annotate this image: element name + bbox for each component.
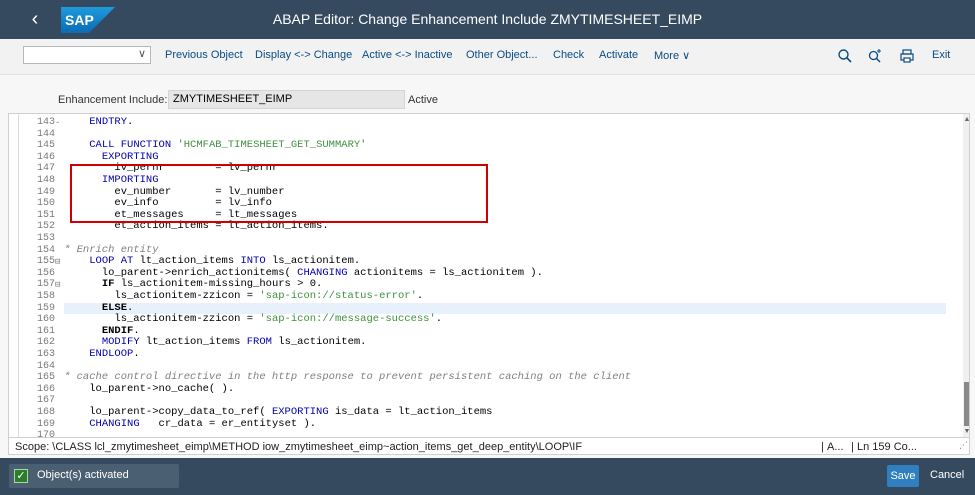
line-number: 154 (36, 244, 55, 256)
search-icon[interactable] (837, 48, 853, 64)
code-line[interactable]: CALL FUNCTION 'HCMFAB_TIMESHEET_GET_SUMM… (64, 139, 946, 152)
line-number: 147 (36, 163, 55, 175)
line-number: 167 (36, 395, 55, 407)
code-line[interactable]: lo_parent->no_cache( ). (64, 383, 946, 396)
line-number: 157 (36, 279, 55, 291)
line-number: 150 (36, 198, 55, 210)
line-number: 166 (36, 383, 55, 395)
status-separator: | (821, 441, 824, 453)
line-number: 155 (36, 256, 55, 268)
line-number: 153 (36, 233, 55, 244)
code-line[interactable] (64, 233, 946, 245)
code-line[interactable]: IMPORTING (64, 174, 946, 187)
scroll-up-icon[interactable]: ▲ (963, 116, 969, 124)
application-toolbar: ∨ Previous Object Display <-> Change Act… (0, 39, 975, 75)
code-line[interactable]: ls_actionitem-zzicon = 'sap-icon://messa… (64, 313, 946, 326)
footer-bar: ✓ Object(s) activated Save Cancel (0, 458, 975, 495)
previous-object-button[interactable]: Previous Object (165, 49, 243, 61)
toolbar-dropdown[interactable]: ∨ (23, 46, 151, 64)
line-number: 161 (36, 325, 55, 337)
exit-button[interactable]: Exit (932, 49, 950, 61)
enhancement-header: Enhancement Include: ZMYTIMESHEET_EIMP A… (0, 75, 975, 113)
scope-path: Scope: \CLASS lcl_zmytimesheet_eimp\METH… (15, 441, 583, 453)
line-number: 148 (36, 175, 55, 186)
find-next-icon[interactable] (867, 48, 883, 64)
more-button-label: More (654, 50, 680, 62)
enhancement-include-field: ZMYTIMESHEET_EIMP (168, 90, 405, 109)
cursor-position: Ln 159 Co... (857, 441, 917, 453)
code-line[interactable]: et_action_items = lt_action_items. (64, 221, 946, 233)
chevron-down-icon: ∨ (682, 50, 691, 62)
status-separator: | (851, 441, 854, 453)
line-number: 170 (36, 430, 55, 438)
line-number: 145 (36, 140, 55, 152)
line-number: 168 (36, 407, 55, 418)
other-object-button[interactable]: Other Object... (466, 49, 538, 61)
line-number: 146 (36, 151, 55, 163)
line-number: 151 (36, 209, 55, 221)
line-number: 160 (36, 314, 55, 326)
code-line[interactable]: ENDLOOP. (64, 348, 946, 361)
page-title: ABAP Editor: Change Enhancement Include … (272, 11, 703, 27)
check-button[interactable]: Check (553, 49, 584, 61)
line-number: 162 (36, 337, 55, 349)
scroll-down-icon[interactable]: ▼ (963, 428, 969, 436)
fold-toggle-icon[interactable]: ⊟ (55, 257, 60, 267)
chevron-down-icon: ∨ (137, 48, 146, 60)
cancel-button[interactable]: Cancel (930, 469, 964, 481)
line-number: 164 (36, 360, 55, 372)
line-number: 169 (36, 418, 55, 430)
status-badge: Active (408, 94, 438, 106)
line-number: 159 (36, 302, 55, 314)
code-line[interactable]: CHANGING cr_data = er_entityset ). (64, 418, 946, 431)
editor-mode: A... (827, 441, 844, 453)
code-line[interactable]: iv_pernr = lv_pernr (64, 163, 946, 175)
line-number: 156 (36, 267, 55, 279)
message-strip[interactable]: ✓ Object(s) activated (9, 464, 179, 488)
resize-grip-icon[interactable]: ⋰ (959, 440, 968, 451)
checkmark-icon: ✓ (14, 469, 28, 483)
active-inactive-button[interactable]: Active <-> Inactive (362, 49, 453, 61)
line-number: 165 (36, 372, 55, 384)
vertical-scrollbar[interactable]: ▲ ▼ (963, 114, 969, 437)
line-number: 152 (36, 221, 55, 233)
fold-toggle-icon[interactable]: ⊟ (55, 280, 60, 290)
code-line[interactable]: lo_parent->copy_data_to_ref( EXPORTING i… (64, 406, 946, 419)
code-line[interactable] (64, 430, 946, 437)
code-line[interactable]: MODIFY lt_action_items FROM ls_actionite… (64, 337, 946, 349)
line-number: 158 (36, 291, 55, 302)
activate-button[interactable]: Activate (599, 49, 638, 61)
editor-status-line: Scope: \CLASS lcl_zmytimesheet_eimp\METH… (8, 438, 970, 455)
code-line[interactable]: ls_actionitem-zzicon = 'sap-icon://statu… (64, 290, 946, 303)
code-editor[interactable]: 143- ENDTRY. 144 145 CALL FUNCTION 'HCMFAB… (8, 113, 970, 438)
enhancement-include-label: Enhancement Include: (58, 94, 168, 106)
editor-margin (9, 114, 19, 437)
code-line[interactable]: ENDTRY. (64, 116, 946, 129)
message-text: Object(s) activated (37, 469, 129, 481)
more-button[interactable]: More ∨ (654, 49, 690, 62)
print-icon[interactable] (899, 48, 915, 64)
display-change-button[interactable]: Display <-> Change (255, 49, 352, 61)
line-number: 143 (36, 117, 55, 128)
fold-line-marker: - (55, 118, 61, 128)
save-button[interactable]: Save (887, 465, 919, 487)
line-number: 163 (36, 349, 55, 360)
line-number: 149 (36, 186, 55, 198)
scroll-thumb[interactable] (964, 382, 969, 426)
line-number: 144 (36, 128, 55, 140)
shell-header: ‹ SAP ABAP Editor: Change Enhancement In… (0, 0, 975, 39)
